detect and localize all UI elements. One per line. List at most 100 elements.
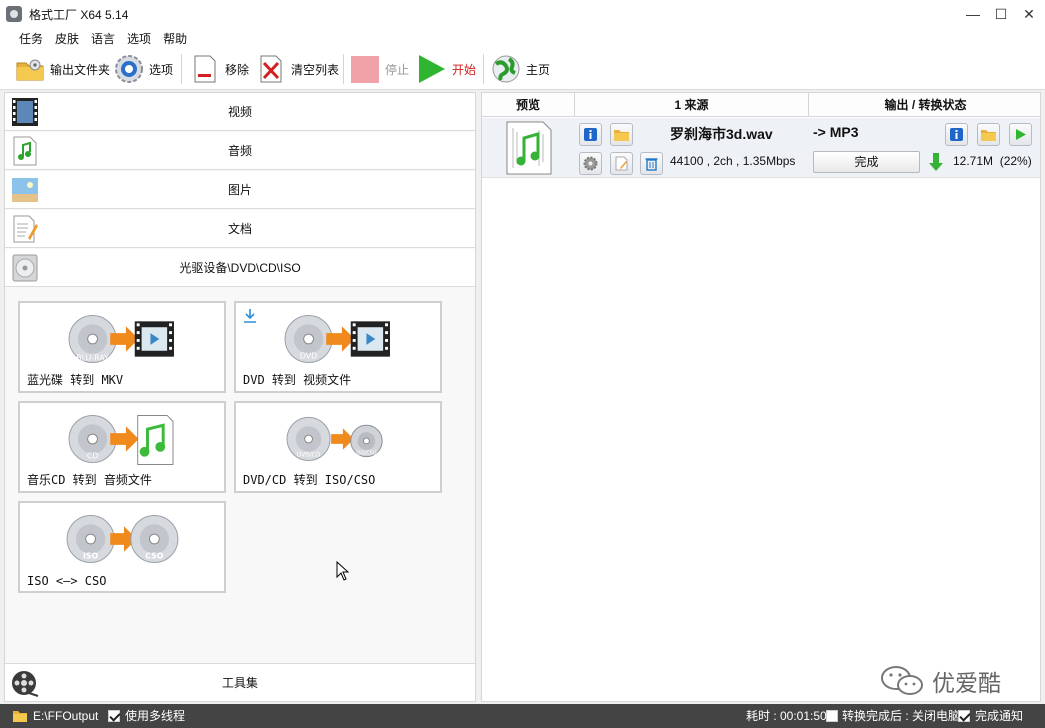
window-title: 格式工厂 X64 5.14 <box>29 7 129 22</box>
category-video-label: 视频 <box>227 105 252 119</box>
tile-bluray-to-mkv[interactable]: BLU-RAY 蓝光碟 转到 MKV <box>18 301 226 393</box>
status-bar: E:\FFOutput 使用多线程 耗时 : 00:01:50 转换完成后 : … <box>0 704 1045 728</box>
audio-file-thumbnail-icon <box>506 121 552 175</box>
tile-dvd-to-iso[interactable]: DVD/CD ISO/CSO DVD/CD 转到 ISO/CSO <box>234 401 442 493</box>
category-audio[interactable]: 音频 <box>5 132 475 170</box>
output-folder-label: 输出文件夹 <box>50 62 111 77</box>
dvd-to-video-icon: DVD <box>284 314 390 364</box>
multithread-checkbox[interactable] <box>108 710 120 722</box>
disc-label: DVD <box>300 352 317 361</box>
notify-label: 完成通知 <box>975 709 1024 723</box>
category-video[interactable]: 视频 <box>5 93 475 131</box>
home-label: 主页 <box>526 62 551 77</box>
options-button[interactable]: 选项 <box>114 52 173 86</box>
status-badge: 完成 <box>813 151 920 173</box>
folder-icon <box>15 54 45 84</box>
file-info-button[interactable] <box>579 123 602 146</box>
toolbar-separator <box>483 54 484 84</box>
table-row[interactable]: 罗刹海市3d.wav 44100 , 2ch , 1.35Mbps -> MP3… <box>482 118 1040 178</box>
output-format: -> MP3 <box>813 124 859 140</box>
clear-list-label: 清空列表 <box>291 62 340 77</box>
tile-iso-cso[interactable]: ISO CSO ISO <—> CSO <box>18 501 226 593</box>
home-button[interactable]: 主页 <box>491 52 550 86</box>
tile-cd-to-audio[interactable]: CD 音乐CD 转到 音频文件 <box>18 401 226 493</box>
folder-icon <box>13 711 27 722</box>
category-optical[interactable]: 光驱设备\DVD\CD\ISO <box>5 249 475 287</box>
category-tools[interactable]: 工具集 <box>5 663 475 701</box>
tile-iso-cso-label: ISO <—> CSO <box>27 574 107 588</box>
watermark-text: 优爱酷 <box>932 670 1001 696</box>
iso-cso-icon: ISO CSO <box>66 514 179 564</box>
remove-button[interactable]: 移除 <box>190 52 249 86</box>
start-button[interactable]: 开始 <box>417 52 476 86</box>
toolbar: 输出文件夹 选项 移除 清空列表 停止 开始 主页 <box>0 48 1045 90</box>
delete-button[interactable] <box>640 152 663 175</box>
function-panel: 视频 音频 图片 文档 光驱设备\DVD\CD\ISO BLU-RAY 蓝光碟 … <box>4 92 476 702</box>
clear-list-button[interactable]: 清空列表 <box>256 52 339 86</box>
menu-help[interactable]: 帮助 <box>157 30 193 47</box>
output-info-button[interactable] <box>945 123 968 146</box>
menu-bar: 任务 皮肤 语言 选项 帮助 <box>0 28 1045 48</box>
task-table-header: 预览 1 来源 输出 / 转换状态 <box>482 93 1040 117</box>
tile-bluray-label: 蓝光碟 转到 MKV <box>27 373 124 387</box>
output-size: 12.71M (22%) <box>953 154 1032 168</box>
menu-options[interactable]: 选项 <box>121 30 157 47</box>
tile-dvd-to-video[interactable]: DVD DVD 转到 视频文件 <box>234 301 442 393</box>
toolbar-separator <box>343 54 344 84</box>
remove-icon <box>190 54 220 84</box>
menu-language[interactable]: 语言 <box>85 30 121 47</box>
source-filename: 罗刹海市3d.wav <box>670 126 773 142</box>
output-ratio: (22%) <box>999 154 1032 168</box>
open-source-folder-button[interactable] <box>610 123 633 146</box>
column-preview[interactable]: 预览 <box>482 93 575 117</box>
stop-button[interactable]: 停止 <box>350 52 409 86</box>
bluray-to-mkv-icon: BLU-RAY <box>68 314 174 364</box>
category-audio-label: 音频 <box>227 144 252 158</box>
app-icon <box>6 6 22 22</box>
column-output[interactable]: 输出 / 转换状态 <box>809 93 1042 117</box>
play-icon <box>417 54 447 84</box>
cd-to-audio-icon: CD <box>68 414 174 465</box>
task-list: 预览 1 来源 输出 / 转换状态 罗刹海市3d.wav 44100 , 2ch… <box>481 92 1041 702</box>
category-image[interactable]: 图片 <box>5 171 475 209</box>
open-output-folder-button[interactable] <box>977 123 1000 146</box>
play-output-button[interactable] <box>1009 123 1032 146</box>
output-folder-button[interactable]: 输出文件夹 <box>15 52 110 86</box>
options-label: 选项 <box>149 62 174 77</box>
notify-checkbox[interactable] <box>958 710 970 722</box>
down-arrow-icon <box>929 153 943 171</box>
trash-icon <box>645 158 658 171</box>
category-document[interactable]: 文档 <box>5 210 475 248</box>
remove-label: 移除 <box>225 62 250 77</box>
category-image-label: 图片 <box>227 183 252 197</box>
info-icon <box>950 128 963 141</box>
menu-skin[interactable]: 皮肤 <box>49 30 85 47</box>
tile-cd-audio-label: 音乐CD 转到 音频文件 <box>27 473 152 487</box>
start-label: 开始 <box>452 62 477 77</box>
close-button[interactable]: ✕ <box>1013 0 1045 28</box>
stop-icon <box>350 54 380 84</box>
category-tools-label: 工具集 <box>221 676 258 690</box>
dvd-to-iso-icon: DVD/CD ISO/CSO <box>286 416 383 462</box>
after-convert-checkbox[interactable] <box>826 710 838 722</box>
output-size-value: 12.71M <box>953 154 994 168</box>
close-icon: ✕ <box>1023 5 1035 22</box>
disc-label: CD <box>87 452 99 461</box>
edit-clip-button[interactable] <box>610 152 633 175</box>
disc-label: ISO <box>83 552 99 561</box>
after-convert-label: 转换完成后 : 关闭电脑 <box>842 709 961 723</box>
settings-button[interactable] <box>579 152 602 175</box>
menu-task[interactable]: 任务 <box>13 30 49 47</box>
minimize-icon: — <box>966 6 980 22</box>
column-source[interactable]: 1 来源 <box>575 93 809 117</box>
gear-icon <box>114 54 144 84</box>
disc-label: DVD/CD <box>297 453 321 459</box>
disc-label: CSO <box>145 552 164 561</box>
disc-label: ISO/CSO <box>356 451 377 457</box>
title-bar: 格式工厂 X64 5.14 — ☐ ✕ <box>0 0 1045 28</box>
play-icon <box>1016 129 1026 140</box>
watermark: 优爱酷 <box>880 664 1001 698</box>
output-path[interactable]: E:\FFOutput <box>33 704 98 728</box>
edit-icon <box>615 156 628 171</box>
source-info: 44100 , 2ch , 1.35Mbps <box>670 154 796 168</box>
